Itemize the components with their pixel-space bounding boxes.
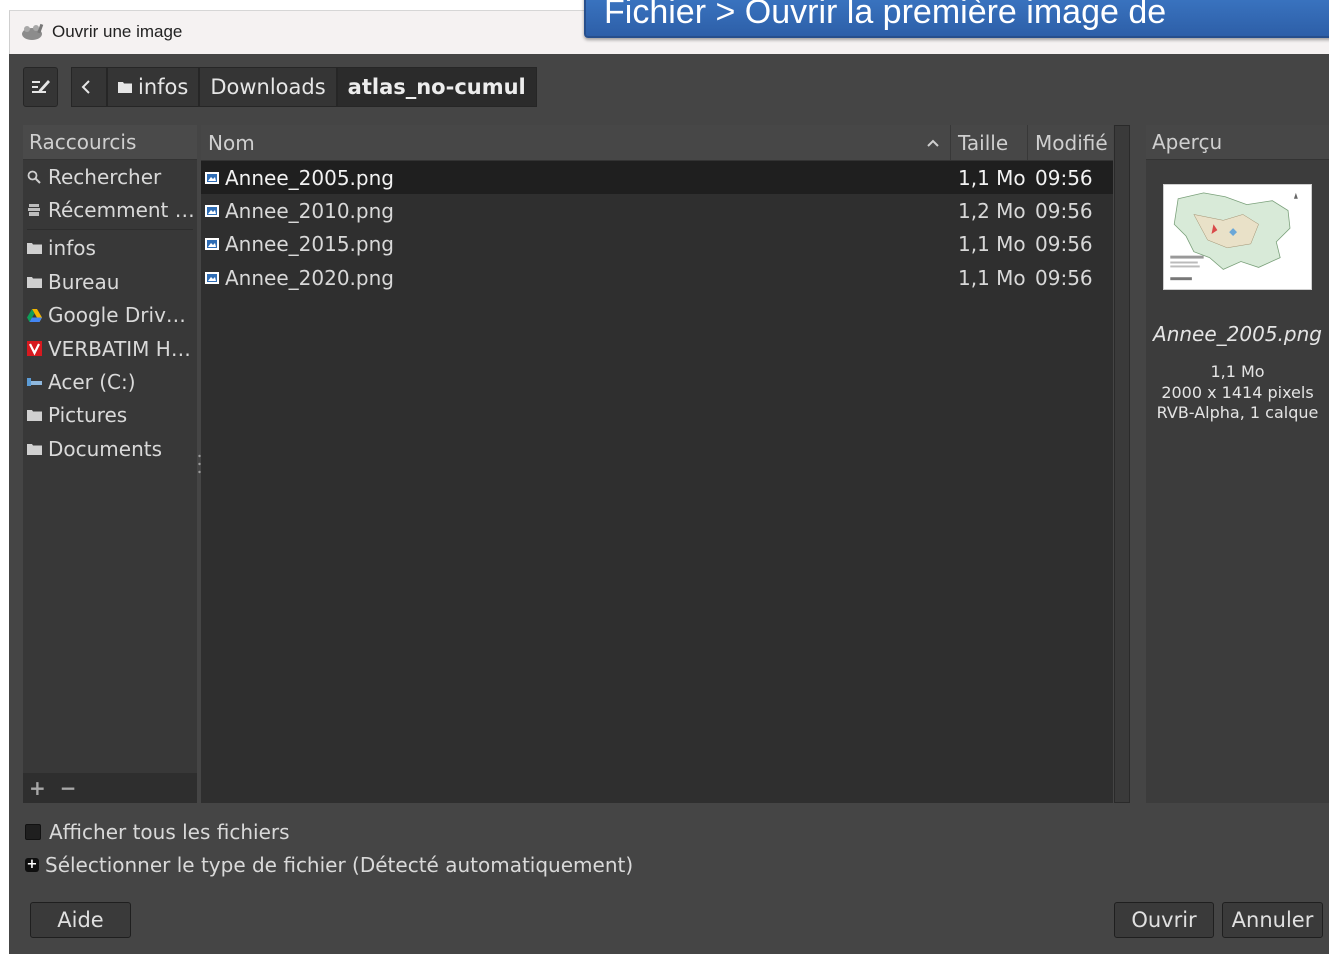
breadcrumb-atlas-no-cumul[interactable]: atlas_no-cumul — [336, 67, 537, 107]
sidebar-item-label: Rechercher — [48, 164, 162, 189]
file-type-label: Sélectionner le type de fichier (Détecté… — [45, 853, 634, 877]
folder-icon — [26, 407, 42, 423]
file-name: Annee_2020.png — [225, 265, 394, 290]
file-modified: 09:56 — [1035, 199, 1093, 224]
edit-location-button[interactable] — [23, 67, 58, 107]
file-list: Nom Taille Modifié Annee_2005.png 1,1 Mo… — [201, 125, 1113, 803]
file-size: 1,1 Mo — [958, 165, 1026, 190]
file-name: Annee_2015.png — [225, 232, 394, 257]
help-button[interactable]: Aide — [30, 902, 131, 938]
drive-icon — [26, 374, 42, 390]
breadcrumb-downloads[interactable]: Downloads — [199, 67, 337, 107]
places-header: Raccourcis — [23, 125, 197, 160]
sidebar-item-documents[interactable]: Documents — [23, 432, 197, 465]
file-size: 1,1 Mo — [958, 232, 1026, 257]
show-all-files-label: Afficher tous les fichiers — [49, 820, 290, 844]
breadcrumb-label: atlas_no-cumul — [347, 75, 526, 99]
google-drive-icon — [26, 307, 42, 323]
column-label-modified: Modifié — [1035, 130, 1108, 155]
back-button[interactable] — [71, 67, 107, 107]
file-row[interactable]: Annee_2020.png 1,1 Mo 09:56 — [201, 261, 1113, 294]
sidebar-item-search[interactable]: Rechercher — [23, 160, 197, 193]
breadcrumb-infos[interactable]: infos — [107, 67, 200, 107]
file-modified: 09:56 — [1035, 265, 1093, 290]
sidebar-item-label: Pictures — [48, 403, 128, 428]
column-header-name[interactable]: Nom — [201, 125, 951, 160]
column-header-size[interactable]: Taille — [951, 125, 1028, 160]
sort-ascending-icon — [927, 139, 939, 147]
expander-plus-icon: + — [25, 857, 39, 872]
folder-icon — [26, 441, 42, 457]
preview-size: 1,1 Mo — [1210, 362, 1265, 381]
sidebar-item-label: Documents — [48, 436, 163, 461]
breadcrumb-label: Downloads — [210, 75, 326, 99]
file-modified: 09:56 — [1035, 165, 1093, 190]
sidebar-item-acer-c[interactable]: Acer (C:) — [23, 365, 197, 398]
sidebar-item-label: Récemment … — [48, 198, 195, 223]
sidebar-item-recent[interactable]: Récemment … — [23, 193, 197, 226]
file-list-header: Nom Taille Modifié — [201, 125, 1113, 161]
sidebar-item-label: Bureau — [48, 269, 120, 294]
show-all-files-checkbox[interactable] — [25, 824, 41, 840]
edit-location-icon — [31, 80, 50, 93]
file-list-scrollbar[interactable] — [1114, 125, 1130, 803]
sidebar-item-label: infos — [48, 236, 96, 261]
column-label-name: Nom — [208, 130, 255, 155]
sidebar-item-label: VERBATIM H… — [48, 336, 191, 361]
file-row[interactable]: Annee_2005.png 1,1 Mo 09:56 — [201, 161, 1113, 195]
sidebar-item-bureau[interactable]: Bureau — [23, 265, 197, 298]
sidebar-item-label: Google Driv… — [48, 303, 186, 328]
places-toolbar: + − — [23, 773, 197, 803]
verbatim-drive-icon — [26, 341, 42, 357]
cancel-button[interactable]: Annuler — [1222, 902, 1323, 938]
column-header-modified[interactable]: Modifié — [1028, 125, 1113, 160]
preview-filename: Annee_2005.png — [1153, 322, 1322, 346]
folder-icon — [26, 274, 42, 290]
breadcrumb-label: infos — [138, 75, 189, 99]
file-row[interactable]: Annee_2015.png 1,1 Mo 09:56 — [201, 228, 1113, 261]
column-label-size: Taille — [958, 130, 1009, 155]
path-bar: infos Downloads atlas_no-cumul — [71, 67, 537, 107]
sidebar-item-label: Acer (C:) — [48, 370, 136, 395]
window-title: Ouvrir une image — [52, 22, 183, 41]
open-button[interactable]: Ouvrir — [1114, 902, 1214, 938]
file-row[interactable]: Annee_2010.png 1,2 Mo 09:56 — [201, 194, 1113, 227]
preview-mode: RVB-Alpha, 1 calque — [1156, 403, 1319, 422]
folder-icon — [118, 82, 132, 93]
recent-icon — [26, 202, 42, 218]
file-type-expander[interactable]: + Sélectionner le type de fichier (Détec… — [25, 853, 633, 877]
places-sidebar: Raccourcis Rechercher Récemment … infos … — [23, 125, 197, 803]
sidebar-item-pictures[interactable]: Pictures — [23, 399, 197, 432]
sidebar-item-infos[interactable]: infos — [23, 232, 197, 265]
show-all-files-option[interactable]: Afficher tous les fichiers — [25, 820, 290, 844]
remove-bookmark-button[interactable]: − — [60, 776, 77, 800]
chevron-left-icon — [81, 80, 90, 94]
image-file-icon — [205, 205, 219, 218]
tutorial-banner: Fichier > Ouvrir la première image de — [584, 0, 1329, 38]
preview-header: Aperçu — [1146, 125, 1329, 160]
preview-dimensions: 2000 x 1414 pixels — [1161, 383, 1314, 402]
file-size: 1,2 Mo — [958, 199, 1026, 224]
file-modified: 09:56 — [1035, 232, 1093, 257]
search-icon — [26, 169, 42, 185]
image-file-icon — [205, 271, 219, 284]
gimp-app-icon — [22, 23, 44, 40]
file-name: Annee_2005.png — [225, 165, 394, 190]
image-file-icon — [205, 238, 219, 251]
image-file-icon — [205, 171, 219, 184]
folder-icon — [26, 240, 42, 256]
sidebar-item-verbatim[interactable]: VERBATIM H… — [23, 332, 197, 365]
sidebar-item-google-drive[interactable]: Google Driv… — [23, 299, 197, 332]
sidebar-separator — [27, 228, 193, 230]
preview-thumbnail — [1163, 184, 1312, 290]
file-size: 1,1 Mo — [958, 265, 1026, 290]
add-bookmark-button[interactable]: + — [29, 776, 46, 800]
file-name: Annee_2010.png — [225, 199, 394, 224]
